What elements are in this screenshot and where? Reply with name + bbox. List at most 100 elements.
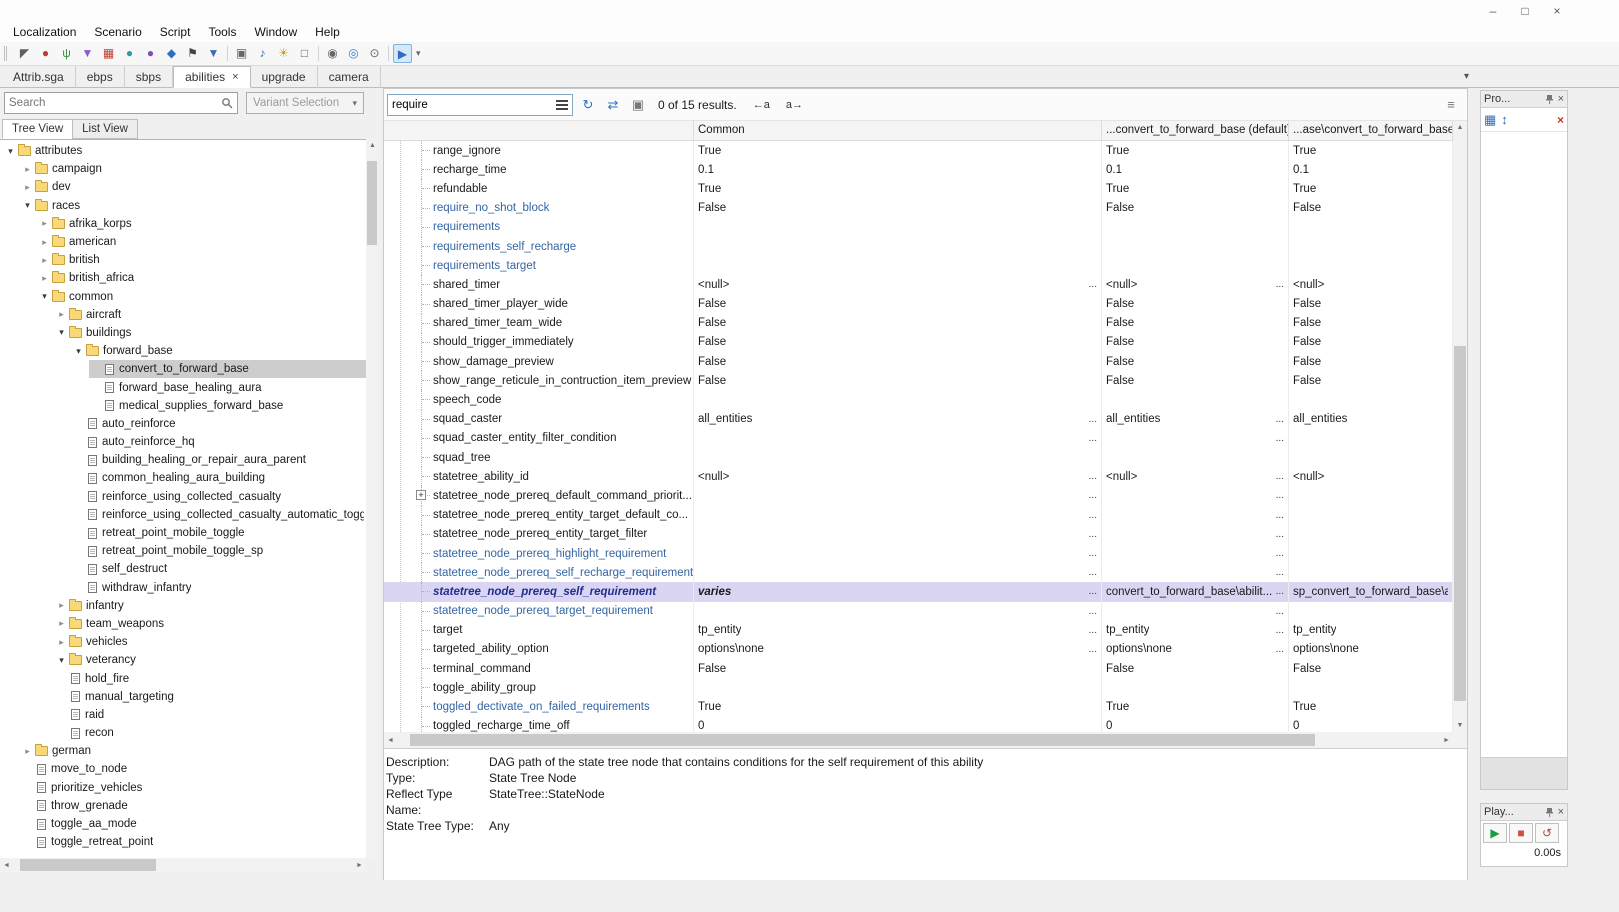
tab-attrib-sga[interactable]: Attrib.sga [2,66,76,88]
sort-icon[interactable]: ↕ [1501,112,1508,127]
property-value-cell[interactable]: False [1289,333,1453,352]
tree-item[interactable]: toggle_retreat_point [0,833,366,851]
tree-collapse-icon[interactable]: ▾ [55,327,68,338]
property-value-cell[interactable] [694,237,1102,256]
ellipsis-button[interactable]: ... [1273,625,1284,636]
ellipsis-button[interactable]: ... [1273,548,1284,559]
property-name-cell[interactable]: requirements [384,218,694,237]
property-row[interactable]: squad_tree [384,448,1453,467]
property-name-cell[interactable]: recharge_time [384,160,694,179]
cursor-tool-icon[interactable]: ◤ [15,44,34,63]
toolbar-grip[interactable] [4,46,10,61]
property-value-cell[interactable]: <null> [1289,467,1453,486]
property-value-cell[interactable]: ... [694,525,1102,544]
property-value-cell[interactable]: <null>... [1102,467,1289,486]
search-input[interactable] [9,97,221,109]
property-value-cell[interactable]: False [1289,659,1453,678]
property-value-cell[interactable]: ... [1102,525,1289,544]
menu-localization[interactable]: Localization [4,22,85,42]
property-row[interactable]: statetree_node_prereq_highlight_requirem… [384,544,1453,563]
table-horizontal-scrollbar[interactable]: ◄ ► [384,732,1453,748]
property-row[interactable]: statetree_ability_id<null>...<null>...<n… [384,467,1453,486]
tree-item[interactable]: ▾races [0,197,366,215]
close-icon[interactable]: × [1558,806,1564,818]
tree-expand-icon[interactable]: ▸ [55,600,68,611]
ellipsis-button[interactable]: ... [1086,279,1097,290]
property-name-cell[interactable]: shared_timer_player_wide [384,295,694,314]
property-value-cell[interactable]: sp_convert_to_forward_base\a... [1289,582,1453,601]
grid-view-icon[interactable]: ▦ [1484,112,1496,128]
minimize-button[interactable]: – [1477,0,1509,22]
tree-expand-icon[interactable]: ▸ [21,746,34,757]
property-name-cell[interactable]: toggle_ability_group [384,678,694,697]
tree-collapse-icon[interactable]: ▾ [4,146,17,157]
property-name-cell[interactable]: squad_tree [384,448,694,467]
scroll-down-icon[interactable]: ▼ [1453,719,1467,732]
tab-close-icon[interactable]: × [232,71,238,83]
property-value-cell[interactable]: True [1289,179,1453,198]
tree-item[interactable]: ▾attributes [0,142,366,160]
property-name-cell[interactable]: show_damage_preview [384,352,694,371]
property-row[interactable]: statetree_node_prereq_target_requirement… [384,602,1453,621]
pin-icon[interactable] [1545,94,1554,105]
tree-item[interactable]: forward_base_healing_aura [0,378,366,396]
column-header-default[interactable]: ...convert_to_forward_base (default) [1102,121,1289,140]
property-name-cell[interactable]: toggled_recharge_time_off [384,717,694,732]
property-name-cell[interactable]: require_no_shot_block [384,199,694,218]
tab-abilities[interactable]: abilities× [173,66,250,88]
filter-icon[interactable]: ▼ [204,44,223,63]
property-value-cell[interactable]: False [1289,199,1453,218]
property-name-cell[interactable]: statetree_ability_id [384,467,694,486]
pointer-mode-icon[interactable]: ▶ [393,44,412,63]
scroll-right-icon[interactable]: ► [353,859,366,872]
property-value-cell[interactable]: False [1289,371,1453,390]
property-value-cell[interactable] [1289,525,1453,544]
property-row[interactable]: statetree_node_prereq_self_requirementva… [384,582,1453,601]
property-value-cell[interactable] [1289,429,1453,448]
property-value-cell[interactable]: options\none... [694,640,1102,659]
property-row[interactable]: range_ignoreTrueTrueTrue [384,141,1453,160]
property-row[interactable]: statetree_node_prereq_entity_target_defa… [384,506,1453,525]
tree-item[interactable]: withdraw_infantry [0,579,366,597]
ellipsis-button[interactable]: ... [1273,586,1284,597]
tree-item[interactable]: auto_reinforce [0,415,366,433]
property-value-cell[interactable] [1289,563,1453,582]
property-value-cell[interactable]: varies... [694,582,1102,601]
property-value-cell[interactable]: ... [1102,506,1289,525]
tree-item[interactable]: building_healing_or_repair_aura_parent [0,451,366,469]
ellipsis-button[interactable]: ... [1273,529,1284,540]
property-value-cell[interactable]: False [694,295,1102,314]
property-value-cell[interactable]: 0 [1102,717,1289,732]
clock-icon[interactable]: ⊙ [365,44,384,63]
property-row[interactable]: requirements [384,218,1453,237]
ellipsis-button[interactable]: ... [1086,471,1097,482]
selection-box-icon[interactable]: ▣ [232,44,251,63]
scroll-left-icon[interactable]: ◄ [384,734,397,747]
tree-item[interactable]: ▸american [0,233,366,251]
property-name-cell[interactable]: refundable [384,179,694,198]
property-value-cell[interactable]: ... [694,486,1102,505]
property-value-cell[interactable]: False [1289,352,1453,371]
property-value-cell[interactable] [1289,678,1453,697]
refresh-all-icon[interactable]: ⇄ [603,97,623,113]
tree-collapse-icon[interactable]: ▾ [55,655,68,666]
property-row[interactable]: +statetree_node_prereq_default_command_p… [384,486,1453,505]
property-value-cell[interactable]: False [1102,371,1289,390]
tree-expand-icon[interactable]: ▸ [21,164,34,175]
tree-item[interactable]: toggle_aa_mode [0,815,366,833]
property-name-cell[interactable]: toggled_dectivate_on_failed_requirements [384,697,694,716]
tree-collapse-icon[interactable]: ▾ [38,291,51,302]
property-name-cell[interactable]: shared_timer [384,275,694,294]
column-header-name[interactable] [384,121,694,140]
property-row[interactable]: require_no_shot_blockFalseFalseFalse [384,199,1453,218]
property-value-cell[interactable]: False [1102,314,1289,333]
property-row[interactable]: targeted_ability_optionoptions\none...op… [384,640,1453,659]
property-value-cell[interactable] [1102,678,1289,697]
property-row[interactable]: recharge_time0.10.10.1 [384,160,1453,179]
tree-expand-icon[interactable]: ▸ [21,182,34,193]
scrollbar-thumb[interactable] [1454,346,1466,701]
tree-item[interactable]: ▸german [0,742,366,760]
property-value-cell[interactable] [1102,218,1289,237]
property-value-cell[interactable] [694,390,1102,409]
water-drop-icon[interactable]: ◆ [162,44,181,63]
